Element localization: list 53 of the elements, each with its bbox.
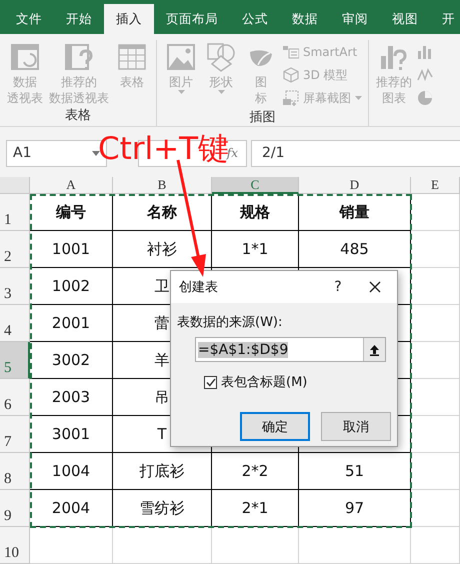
column-header[interactable]: D [299,177,411,194]
row-header[interactable]: 8 [0,453,30,490]
row-header[interactable]: 3 [0,268,30,305]
group-label: 表格 [65,108,91,123]
range-input-field[interactable]: =$A$1:$D$9 [195,337,386,362]
row-header[interactable]: 9 [0,490,30,527]
ribbon-tab[interactable]: 开 [430,4,460,34]
table-cell: 2004 [30,490,113,527]
table-cell: 485 [299,231,411,268]
row-header[interactable]: 5 [0,342,30,379]
ribbon-tab[interactable]: 数据 [280,4,330,34]
ribbon-tab[interactable]: 公式 [230,4,280,34]
header-cell: 规格 [212,194,299,231]
table-cell: 1002 [30,268,113,305]
column-header[interactable]: C [212,177,299,194]
row-header[interactable]: 4 [0,305,30,342]
row-header[interactable]: 6 [0,379,30,416]
table-cell: 2*2 [212,453,299,490]
table-cell: 97 [299,490,411,527]
row-header[interactable]: 2 [0,231,30,268]
ribbon-tab[interactable]: 审阅 [330,4,380,34]
table-cell: 雪纺衫 [113,490,212,527]
row-header[interactable]: 7 [0,416,30,453]
table-cell: 3002 [30,342,113,379]
ribbon-tab[interactable]: 插入 [104,4,154,34]
table-cell: 打底衫 [113,453,212,490]
checkbox-label: 表包含标题(M) [221,374,308,391]
table-cell: 51 [299,453,411,490]
row-header[interactable]: 1 [0,194,30,231]
table-cell: 2*1 [212,490,299,527]
header-cell: 名称 [113,194,212,231]
formula-input[interactable]: 2/1 [251,140,460,166]
dialog-button[interactable]: 确定 [240,412,310,441]
insert-function-button[interactable]: fx [226,146,238,160]
header-cell: 编号 [30,194,113,231]
table-cell: 1001 [30,231,113,268]
column-header[interactable]: E [411,177,460,194]
table-cell: 2003 [30,379,113,416]
table-cell: 1004 [30,453,113,490]
row-header[interactable]: 10 [0,527,30,564]
ribbon-tab[interactable]: 页面布局 [154,4,230,34]
ribbon-tab[interactable]: 开始 [54,4,104,34]
group-label: 插图 [250,110,276,125]
help-button[interactable]: ? [323,279,353,295]
column-header[interactable]: B [113,177,212,194]
column-header[interactable]: A [30,177,113,194]
dialog-button[interactable]: 取消 [321,412,391,441]
ribbon-tab[interactable]: 视图 [380,4,430,34]
ribbon-tab[interactable]: 文件 [4,4,54,34]
header-cell: 销量 [299,194,411,231]
table-cell: 3001 [30,416,113,453]
table-cell: 2001 [30,305,113,342]
table-cell: 1*1 [212,231,299,268]
